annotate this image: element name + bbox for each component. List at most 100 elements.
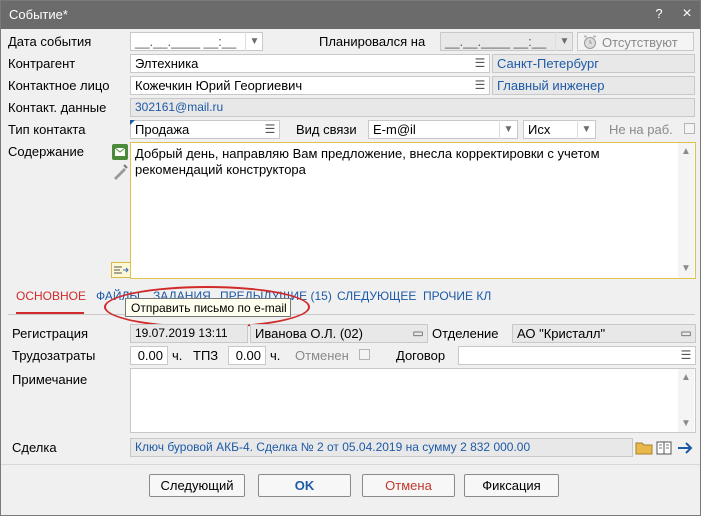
not-working-label: Не на раб. [609,122,673,137]
help-button[interactable]: ? [650,5,668,23]
note-scroll-up-icon[interactable]: ▲ [678,371,694,385]
comm-type-select[interactable]: E-m@il [368,120,518,139]
close-button[interactable]: × [678,5,696,23]
counterparty-value: Элтехника [135,56,199,71]
note-textarea[interactable]: ▲ ▼ [130,368,696,433]
tpz-unit: ч. [270,348,281,363]
direction-dropdown-icon[interactable]: ▼ [577,120,595,139]
labor-unit: ч. [172,348,183,363]
cancel-button[interactable]: Отмена [362,474,455,497]
contact-type-value: Продажа [135,122,190,137]
event-date-label: Дата события [8,34,92,49]
contract-label: Договор [396,348,446,363]
counterparty-list-icon[interactable]: ☰ [471,55,489,72]
labor-input[interactable]: 0.00 [130,346,168,365]
bottom-divider [1,464,700,465]
tab-next[interactable]: СЛЕДУЮЩЕЕ [337,289,416,303]
counterparty-label: Контрагент [8,56,76,71]
registration-date-field: 19.07.2019 13:11 [130,324,248,343]
tab-main[interactable]: ОСНОВНОЕ [16,289,86,303]
deal-field[interactable]: Ключ буровой АКБ-4. Сделка № 2 от 05.04.… [130,438,633,457]
planned-label: Планировался на [319,34,426,49]
counterparty-city-value: Санкт-Петербург [497,56,599,71]
contact-type-label: Тип контакта [8,122,86,137]
not-working-checkbox[interactable] [684,123,695,134]
planned-date-dropdown-icon[interactable]: ▼ [555,32,573,51]
labor-label: Трудозатраты [12,348,96,363]
contact-position-value: Главный инженер [497,78,605,93]
alarm-clock-icon [582,34,598,50]
department-value: АО "Кристалл" [517,326,606,341]
counterparty-input[interactable]: Элтехника [130,54,490,73]
tpz-input[interactable]: 0.00 [228,346,266,365]
tpz-value: 0.00 [235,348,261,363]
content-text: Добрый день, направляю Вам предложение, … [135,146,604,177]
cancelled-checkbox[interactable] [359,349,370,360]
absent-button[interactable]: Отсутствуют [577,32,694,51]
insert-text-icon[interactable] [111,262,131,278]
highlight-circle [104,286,310,328]
ok-button[interactable]: OK [258,474,351,497]
comm-type-dropdown-icon[interactable]: ▼ [499,120,517,139]
scroll-down-icon[interactable]: ▼ [678,262,694,276]
book-icon[interactable] [655,439,673,457]
next-button[interactable]: Следующий [149,474,245,497]
arrow-right-icon[interactable] [676,439,694,457]
deal-value: Ключ буровой АКБ-4. Сделка № 2 от 05.04.… [135,440,531,454]
department-field[interactable]: АО "Кристалл" [512,324,696,343]
event-date-input[interactable]: __.__.____ __:__ [130,32,263,51]
contact-type-list-icon[interactable]: ☰ [261,121,279,138]
window-title: Событие* [9,7,68,22]
contact-data-value: 302161@mail.ru [135,100,224,114]
fix-button[interactable]: Фиксация [464,474,559,497]
event-dialog: Событие* ? × Дата события __.__.____ __:… [0,0,701,516]
deal-label: Сделка [12,440,57,455]
labor-value: 0.00 [137,348,163,363]
active-tab-indicator [16,312,84,314]
email-send-icon[interactable] [111,143,129,161]
scroll-up-icon[interactable]: ▲ [678,145,694,159]
counterparty-city-field: Санкт-Петербург [492,54,695,73]
note-label: Примечание [12,372,88,387]
cancelled-label: Отменен [295,348,349,363]
planned-date-value: __.__.____ __:__ [445,34,547,49]
next-button-label: Следующий [160,478,234,493]
folder-icon[interactable] [635,439,653,457]
note-scroll-down-icon[interactable]: ▼ [678,417,694,431]
content-label: Содержание [8,144,84,159]
registration-user-field[interactable]: Иванова О.Л. (02) [250,324,428,343]
cancel-button-label: Отмена [385,478,432,493]
registration-user-folder-icon[interactable]: ▭ [409,325,427,342]
registration-user-value: Иванова О.Л. (02) [255,326,363,341]
contact-type-input[interactable]: Продажа [130,120,280,139]
department-folder-icon[interactable]: ▭ [677,325,695,342]
contract-list-icon[interactable]: ☰ [677,347,695,364]
content-textarea[interactable]: Добрый день, направляю Вам предложение, … [130,142,696,279]
planned-date-input[interactable]: __.__.____ __:__ [440,32,573,51]
required-marker-icon [130,120,135,125]
registration-label: Регистрация [12,326,88,341]
edit-icon[interactable] [111,163,129,181]
registration-date-value: 19.07.2019 13:11 [135,326,228,340]
comm-type-value: E-m@il [373,122,416,137]
title-bar: Событие* ? × [1,1,700,29]
contact-person-list-icon[interactable]: ☰ [471,77,489,94]
tab-other[interactable]: ПРОЧИЕ КЛ [423,289,491,303]
ok-button-label: OK [294,478,315,493]
department-label: Отделение [432,326,499,341]
contact-person-label: Контактное лицо [8,78,110,93]
contact-data-field[interactable]: 302161@mail.ru [130,98,695,117]
contract-input[interactable] [458,346,696,365]
event-date-dropdown-icon[interactable]: ▼ [245,32,263,51]
note-scrollbar[interactable]: ▲ ▼ [678,369,694,432]
content-scrollbar[interactable]: ▲ ▼ [678,143,694,278]
fix-button-label: Фиксация [482,478,541,493]
tpz-label: ТПЗ [193,348,219,363]
absent-label: Отсутствуют [602,35,678,50]
event-date-value: __.__.____ __:__ [135,34,237,49]
contact-position-field: Главный инженер [492,76,695,95]
contact-person-input[interactable]: Кожечкин Юрий Георгиевич [130,76,490,95]
contact-person-value: Кожечкин Юрий Георгиевич [135,78,303,93]
comm-type-label: Вид связи [296,122,357,137]
contact-data-label: Контакт. данные [8,100,107,115]
